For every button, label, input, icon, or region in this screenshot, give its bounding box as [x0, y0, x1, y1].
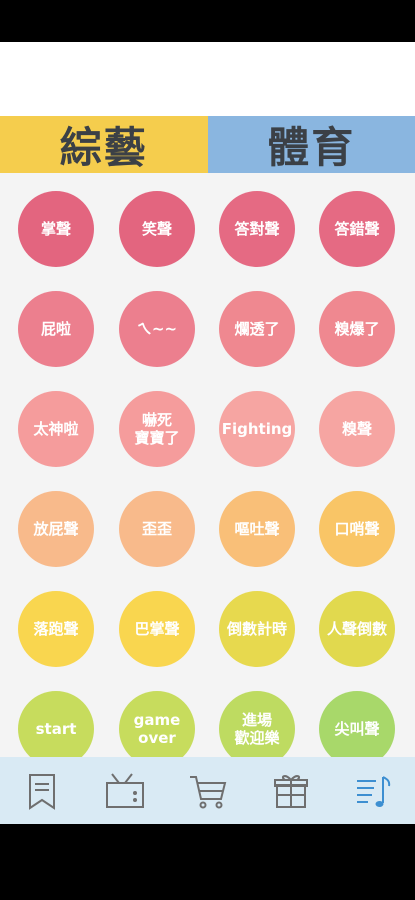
tab-sports[interactable]: 體育 [207, 116, 415, 173]
music-list-icon [356, 775, 390, 807]
sound-button[interactable]: 歪歪 [119, 491, 195, 567]
sound-button[interactable]: 口哨聲 [319, 491, 395, 567]
nav-tv[interactable] [97, 763, 153, 819]
sound-button[interactable]: 掌聲 [18, 191, 94, 267]
sound-button[interactable]: 笑聲 [119, 191, 195, 267]
nav-bookmark[interactable] [14, 763, 70, 819]
sound-button[interactable]: 爛透了 [219, 291, 295, 367]
sound-button[interactable]: 糗爆了 [319, 291, 395, 367]
header-space [0, 42, 415, 116]
cart-icon [189, 775, 226, 808]
sound-button[interactable]: 放屁聲 [18, 491, 94, 567]
sound-button[interactable]: start [18, 691, 94, 757]
sound-button[interactable]: 巴掌聲 [119, 591, 195, 667]
bookmark-icon [28, 773, 55, 810]
sound-grid: 掌聲 笑聲 答對聲 答錯聲屁啦 ㄟ~~ 爛透了 糗爆了太神啦 嚇死 寶寶了 Fighting 糗聲… [0, 173, 415, 757]
nav-gift[interactable] [263, 763, 319, 819]
sound-button[interactable]: ㄟ~~ [119, 291, 195, 367]
sound-button[interactable]: 進場 歡迎樂 [219, 691, 295, 757]
bottom-black-bar [0, 824, 415, 900]
category-tabs: 綜藝 體育 [0, 116, 415, 173]
sound-button[interactable]: 人聲倒數 [319, 591, 395, 667]
bottom-nav [0, 757, 415, 824]
sound-button[interactable]: 倒數計時 [219, 591, 295, 667]
sound-button[interactable]: 答對聲 [219, 191, 295, 267]
nav-music[interactable] [346, 763, 402, 819]
sound-button[interactable]: 尖叫聲 [319, 691, 395, 757]
top-black-bar [0, 0, 415, 42]
sound-button[interactable]: Fighting [219, 391, 295, 467]
nav-cart[interactable] [180, 763, 236, 819]
sound-button[interactable]: 屁啦 [18, 291, 94, 367]
sound-button[interactable]: 嚇死 寶寶了 [119, 391, 195, 467]
tv-icon [105, 772, 144, 808]
sound-button[interactable]: game over [119, 691, 195, 757]
tab-variety[interactable]: 綜藝 [0, 116, 208, 173]
sound-button[interactable]: 太神啦 [18, 391, 94, 467]
sound-button[interactable]: 落跑聲 [18, 591, 94, 667]
sound-button[interactable]: 糗聲 [319, 391, 395, 467]
gift-icon [273, 774, 308, 808]
sound-button[interactable]: 答錯聲 [319, 191, 395, 267]
sound-button[interactable]: 嘔吐聲 [219, 491, 295, 567]
